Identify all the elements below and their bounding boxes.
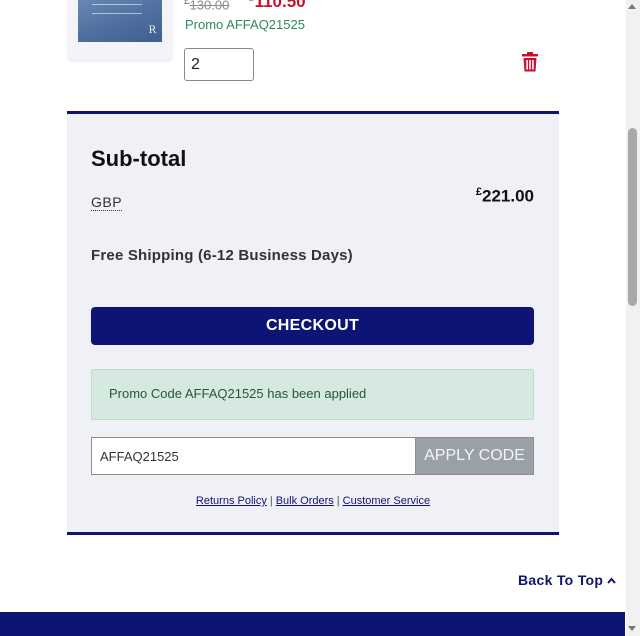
chevron-up-icon — [607, 577, 616, 584]
cover-title-lines — [92, 4, 142, 14]
link-separator: | — [336, 495, 340, 507]
discounted-price-value: 110.50 — [254, 0, 306, 11]
checkout-button[interactable]: CHECKOUT — [91, 307, 534, 345]
apply-code-button[interactable]: APPLY CODE — [415, 437, 534, 475]
original-price-value: 130.00 — [189, 0, 230, 13]
bulk-orders-link[interactable]: Bulk Orders — [276, 495, 334, 507]
subtotal-heading: Sub-total — [91, 146, 187, 171]
link-separator: | — [269, 495, 273, 507]
policy-links: Returns Policy | Bulk Orders | Customer Serv… — [67, 495, 559, 507]
item-promo-label: Promo AFFAQ21525 — [185, 17, 305, 32]
trash-icon[interactable] — [519, 51, 541, 73]
scroll-down-arrow-icon[interactable] — [628, 626, 636, 631]
promo-applied-alert: Promo Code AFFAQ21525 has been applied — [91, 369, 534, 420]
quantity-input[interactable] — [184, 48, 254, 81]
promo-code-input[interactable] — [91, 437, 415, 475]
discounted-price: £110.50 — [249, 0, 306, 12]
subtotal-value: 221.00 — [482, 186, 534, 206]
subtotal-amount: £221.00 — [476, 186, 534, 207]
scrollbar-thumb[interactable] — [628, 128, 637, 306]
returns-policy-link[interactable]: Returns Policy — [196, 495, 267, 507]
customer-service-link[interactable]: Customer Service — [343, 495, 430, 507]
order-summary-panel: Sub-total GBP £221.00 Free Shipping (6-1… — [67, 111, 559, 535]
vertical-scrollbar[interactable] — [626, 0, 640, 636]
currency-code: GBP — [91, 194, 123, 211]
original-price: £130.00 — [184, 0, 229, 12]
shipping-info: Free Shipping (6-12 Business Days) — [91, 247, 353, 264]
back-to-top-label: Back To Top — [518, 572, 604, 588]
product-thumbnail[interactable]: R — [68, 0, 172, 60]
book-cover-image: R — [78, 0, 162, 42]
footer-bar — [0, 612, 625, 636]
scroll-up-arrow-icon[interactable] — [628, 4, 636, 9]
back-to-top-link[interactable]: Back To Top — [518, 572, 616, 588]
publisher-logo: R — [148, 25, 156, 36]
